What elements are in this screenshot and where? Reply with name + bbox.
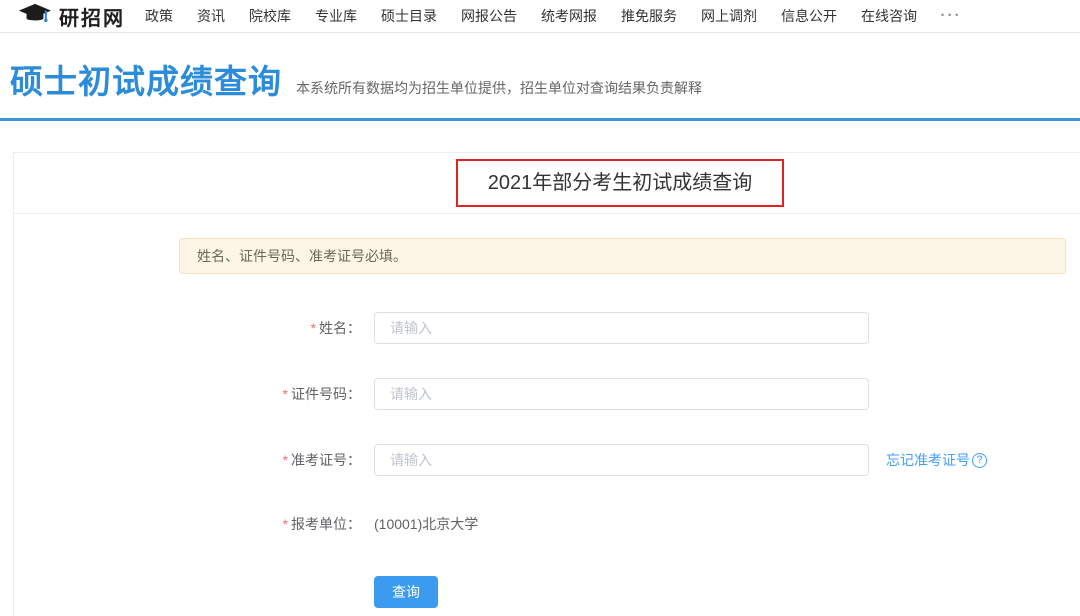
required-asterisk: *	[311, 320, 316, 336]
forgot-ticket-link[interactable]: 忘记准考证号?	[886, 450, 987, 470]
target-unit-label-text: 报考单位：	[291, 516, 361, 532]
accent-divider	[0, 118, 1080, 121]
admission-ticket-input[interactable]	[374, 444, 869, 476]
form-row-admission-ticket: *准考证号： 忘记准考证号?	[14, 444, 1080, 476]
graduation-cap-icon	[18, 3, 52, 30]
name-label: *姓名：	[14, 318, 361, 338]
nav-item-unified-exam[interactable]: 统考网报	[541, 6, 597, 26]
form-row-submit: 查询	[14, 576, 1080, 608]
required-asterisk: *	[283, 386, 288, 402]
name-label-text: 姓名：	[319, 320, 361, 336]
main-menu: 政策 资讯 院校库 专业库 硕士目录 网报公告 统考网报 推免服务 网上调剂 信…	[145, 6, 962, 26]
forgot-ticket-link-text: 忘记准考证号	[886, 450, 970, 470]
nav-item-online-consult[interactable]: 在线咨询	[861, 6, 917, 26]
target-unit-label: *报考单位：	[14, 514, 361, 534]
nav-item-announcement[interactable]: 网报公告	[461, 6, 517, 26]
card-header: 2021年部分考生初试成绩查询	[14, 153, 1080, 214]
nav-item-college-library[interactable]: 院校库	[249, 6, 291, 26]
id-number-input[interactable]	[374, 378, 869, 410]
page-header: 硕士初试成绩查询 本系统所有数据均为招生单位提供，招生单位对查询结果负责解释	[0, 33, 1080, 97]
card-title: 2021年部分考生初试成绩查询	[456, 159, 785, 207]
site-logo-text: 研招网	[59, 2, 125, 31]
question-mark-icon: ?	[972, 453, 987, 468]
required-fields-alert: 姓名、证件号码、准考证号必填。	[179, 238, 1066, 274]
query-button[interactable]: 查询	[374, 576, 438, 608]
nav-item-online-adjustment[interactable]: 网上调剂	[701, 6, 757, 26]
form-row-target-unit: *报考单位： (10001)北京大学	[14, 508, 1080, 540]
more-menu-icon[interactable]: •••	[941, 10, 962, 22]
nav-item-policy[interactable]: 政策	[145, 6, 173, 26]
target-unit-value: (10001)北京大学	[374, 514, 478, 534]
id-number-label-text: 证件号码：	[291, 386, 361, 402]
admission-ticket-label-text: 准考证号：	[291, 452, 361, 468]
required-asterisk: *	[283, 516, 288, 532]
name-input[interactable]	[374, 312, 869, 344]
query-form: *姓名： *证件号码： *准考证号： 忘记准考证号? *报考单位： (10001…	[14, 312, 1080, 608]
nav-item-news[interactable]: 资讯	[197, 6, 225, 26]
admission-ticket-label: *准考证号：	[14, 450, 361, 470]
required-asterisk: *	[283, 452, 288, 468]
nav-item-info-disclosure[interactable]: 信息公开	[781, 6, 837, 26]
form-row-id-number: *证件号码：	[14, 378, 1080, 410]
page-root: 研招网 政策 资讯 院校库 专业库 硕士目录 网报公告 统考网报 推免服务 网上…	[0, 0, 1080, 616]
nav-item-exempt-service[interactable]: 推免服务	[621, 6, 677, 26]
query-card: 2021年部分考生初试成绩查询 姓名、证件号码、准考证号必填。 *姓名： *证件…	[13, 152, 1080, 616]
top-nav: 研招网 政策 资讯 院校库 专业库 硕士目录 网报公告 统考网报 推免服务 网上…	[0, 0, 1080, 33]
card-body: 姓名、证件号码、准考证号必填。 *姓名： *证件号码： *准考证号： 忘记准考证…	[14, 214, 1080, 608]
site-logo[interactable]: 研招网	[18, 2, 125, 31]
page-subtitle: 本系统所有数据均为招生单位提供，招生单位对查询结果负责解释	[296, 78, 702, 98]
form-row-name: *姓名：	[14, 312, 1080, 344]
alert-text: 姓名、证件号码、准考证号必填。	[197, 246, 407, 266]
nav-item-master-catalog[interactable]: 硕士目录	[381, 6, 437, 26]
page-title: 硕士初试成绩查询	[10, 55, 282, 103]
nav-item-major-library[interactable]: 专业库	[315, 6, 357, 26]
id-number-label: *证件号码：	[14, 384, 361, 404]
